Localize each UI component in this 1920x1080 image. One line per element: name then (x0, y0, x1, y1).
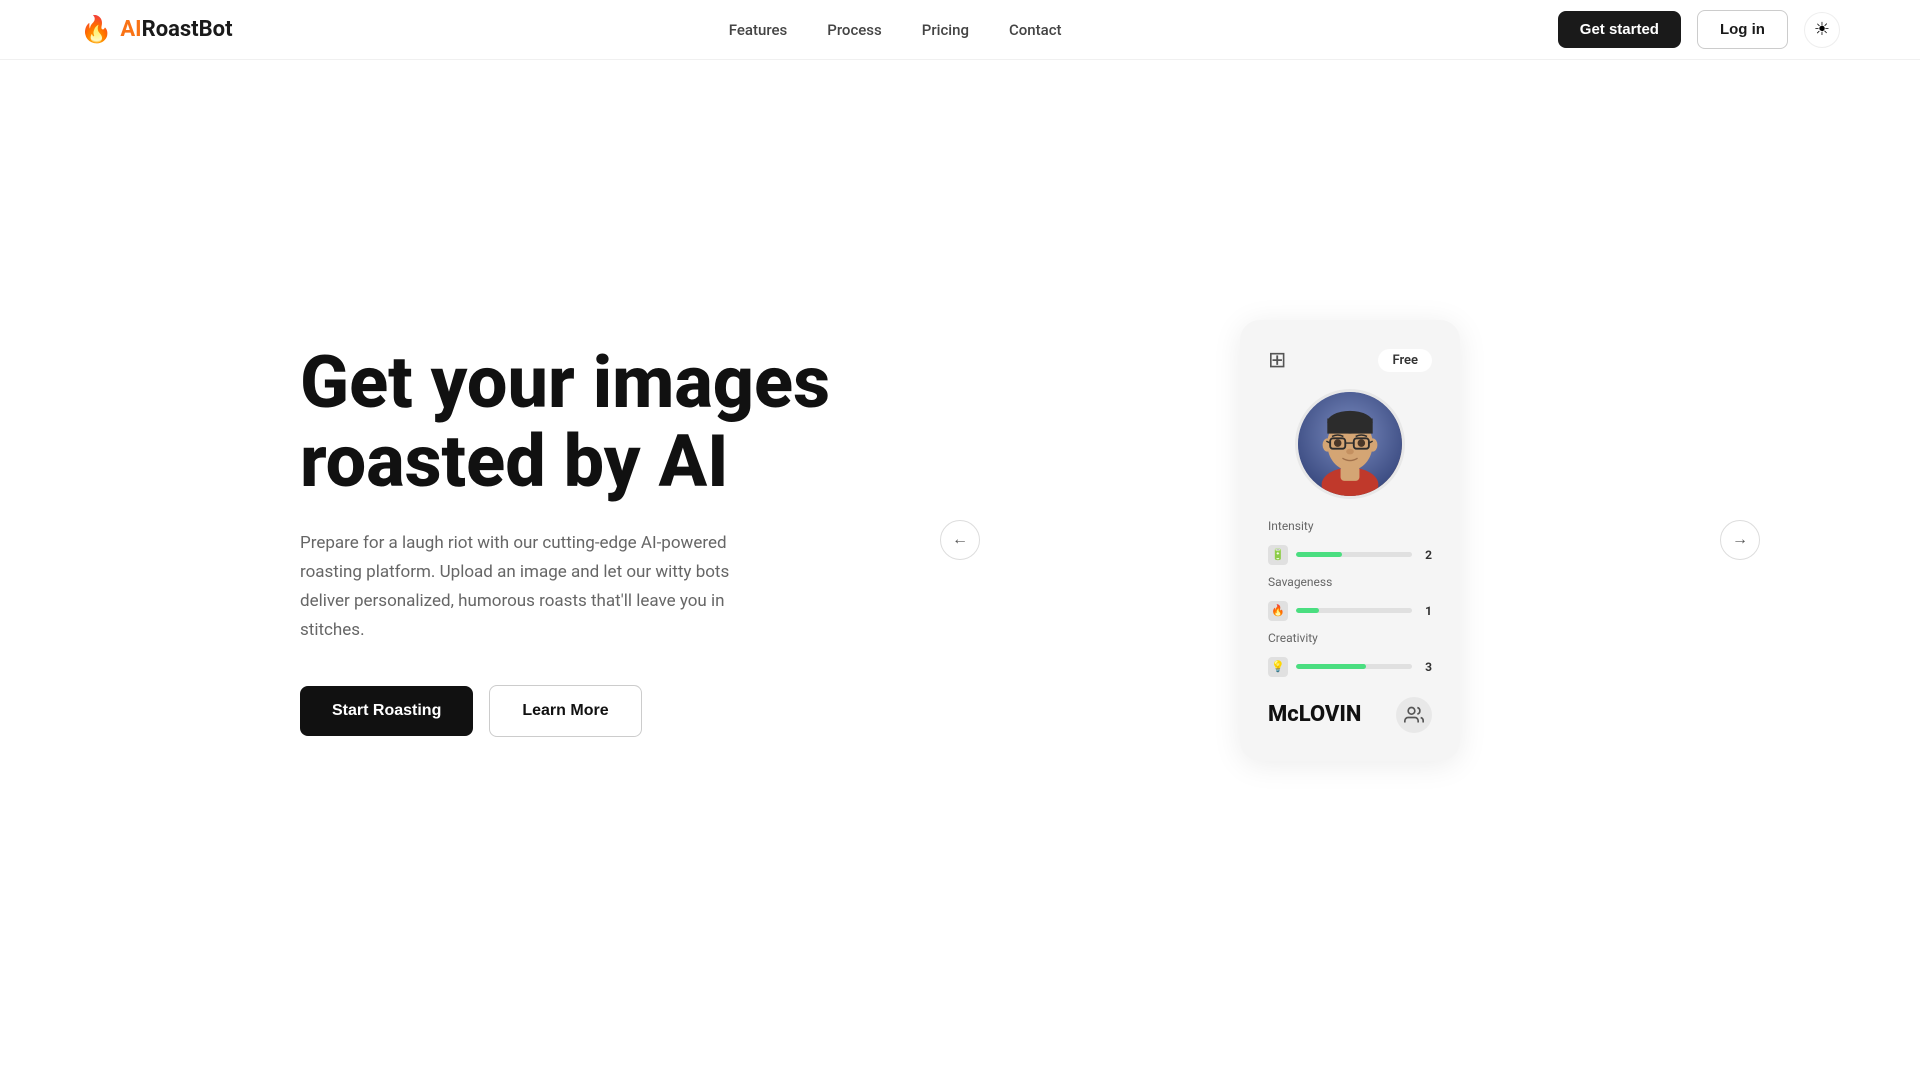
hero-section: Get your images roasted by AI Prepare fo… (0, 60, 1920, 1020)
savageness-bar-container (1296, 608, 1412, 613)
stat-label-savageness: Savageness (1268, 575, 1432, 589)
theme-toggle-button[interactable]: ☀ (1804, 12, 1840, 48)
card-stats: Intensity 🔋 2 Savageness 🔥 1 (1268, 519, 1432, 677)
logo-text: AIRoastBot (120, 17, 232, 42)
prev-arrow-button[interactable]: ← (940, 520, 980, 560)
savageness-value: 1 (1420, 604, 1432, 618)
stat-label-creativity: Creativity (1268, 631, 1432, 645)
card-header: ⊞ Free (1268, 348, 1432, 373)
stat-row-savageness: 🔥 1 (1268, 601, 1432, 621)
card-badge: Free (1378, 349, 1432, 372)
creativity-bar (1296, 664, 1366, 669)
intensity-value: 2 (1420, 548, 1432, 562)
stat-row-creativity: 💡 3 (1268, 657, 1432, 677)
intensity-bar (1296, 552, 1342, 557)
next-arrow-button[interactable]: → (1720, 520, 1760, 560)
hero-title: Get your images roasted by AI (300, 343, 860, 501)
hero-buttons: Start Roasting Learn More (300, 685, 860, 737)
savageness-icon: 🔥 (1268, 601, 1288, 621)
nav-links: Features Process Pricing Contact (729, 21, 1062, 39)
nav-contact[interactable]: Contact (1009, 21, 1062, 39)
nav-features[interactable]: Features (729, 21, 787, 39)
hero-text: Get your images roasted by AI Prepare fo… (300, 343, 860, 737)
avatar (1295, 389, 1405, 499)
logo[interactable]: 🔥 AIRoastBot (80, 15, 233, 45)
intensity-bar-container (1296, 552, 1412, 557)
login-button[interactable]: Log in (1697, 10, 1788, 49)
stat-row-intensity: 🔋 2 (1268, 545, 1432, 565)
nav-pricing[interactable]: Pricing (922, 21, 969, 39)
start-roasting-button[interactable]: Start Roasting (300, 686, 473, 736)
card-person-name: McLOVIN (1268, 702, 1361, 727)
nav-actions: Get started Log in ☀ (1558, 10, 1840, 49)
intensity-icon: 🔋 (1268, 545, 1288, 565)
creativity-bar-container (1296, 664, 1412, 669)
card-footer: McLOVIN (1268, 697, 1432, 733)
nav-process[interactable]: Process (827, 21, 882, 39)
stat-label-intensity: Intensity (1268, 519, 1432, 533)
avatar-container (1268, 389, 1432, 499)
card-area: ← ⊞ Free (860, 280, 1840, 801)
hero-subtitle: Prepare for a laugh riot with our cuttin… (300, 529, 780, 645)
flame-icon: 🔥 (80, 15, 112, 45)
creativity-value: 3 (1420, 660, 1432, 674)
learn-more-button[interactable]: Learn More (489, 685, 641, 737)
grid-icon: ⊞ (1268, 348, 1286, 373)
get-started-button[interactable]: Get started (1558, 11, 1681, 48)
savageness-bar (1296, 608, 1319, 613)
person-icon (1396, 697, 1432, 733)
navbar: 🔥 AIRoastBot Features Process Pricing Co… (0, 0, 1920, 60)
roast-card: ⊞ Free (1240, 320, 1460, 761)
creativity-icon: 💡 (1268, 657, 1288, 677)
